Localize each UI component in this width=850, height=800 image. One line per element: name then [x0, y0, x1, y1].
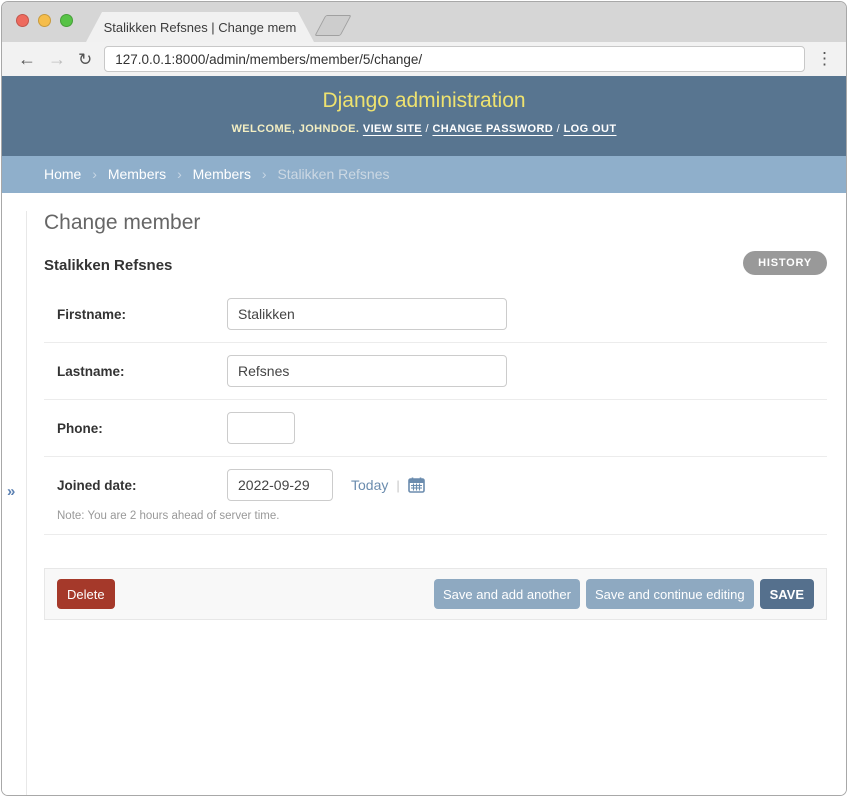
maximize-window-button[interactable] — [60, 14, 73, 27]
sidebar-toggle-icon[interactable]: » — [7, 483, 15, 500]
browser-tab[interactable]: Stalikken Refsnes | Change mem — [86, 12, 314, 42]
change-form: Change member HISTORY Stalikken Refsnes … — [28, 211, 846, 620]
tab-strip: Stalikken Refsnes | Change mem — [2, 2, 846, 42]
breadcrumb-members-app[interactable]: Members — [108, 166, 166, 182]
breadcrumb: Home › Members › Members › Stalikken Ref… — [2, 156, 846, 193]
joined-date-field[interactable] — [227, 469, 333, 501]
main-content: » Change member HISTORY Stalikken Refsne… — [2, 211, 846, 796]
object-title: Stalikken Refsnes — [44, 257, 827, 274]
user-tools: WELCOME, JOHNDOE. VIEW SITE / CHANGE PAS… — [2, 123, 846, 135]
lastname-label: Lastname: — [57, 364, 227, 379]
lastname-field[interactable] — [227, 355, 507, 387]
phone-field[interactable] — [227, 412, 295, 444]
field-row-joined-date: Joined date: Today | — [44, 457, 827, 535]
change-password-link[interactable]: CHANGE PASSWORD — [432, 123, 553, 135]
breadcrumb-members-model[interactable]: Members — [193, 166, 251, 182]
reload-icon[interactable]: ↻ — [72, 51, 98, 68]
close-window-button[interactable] — [16, 14, 29, 27]
submit-row: Delete Save and add another Save and con… — [44, 568, 827, 620]
url-input[interactable] — [105, 52, 804, 67]
username: JOHNDOE — [299, 123, 356, 135]
field-row-lastname: Lastname: — [44, 343, 827, 400]
field-row-firstname: Firstname: — [44, 286, 827, 343]
calendar-icon[interactable] — [408, 477, 425, 493]
back-icon[interactable]: ← — [12, 50, 42, 68]
firstname-label: Firstname: — [57, 307, 227, 322]
browser-menu-icon[interactable]: ⋮ — [813, 49, 836, 69]
forward-icon[interactable]: → — [42, 50, 72, 68]
url-bar — [104, 46, 805, 72]
log-out-link[interactable]: LOG OUT — [564, 123, 617, 135]
phone-label: Phone: — [57, 421, 227, 436]
timezone-note: Note: You are 2 hours ahead of server ti… — [57, 510, 827, 522]
delete-button[interactable]: Delete — [57, 579, 115, 609]
history-button[interactable]: HISTORY — [743, 251, 827, 275]
today-link[interactable]: Today — [351, 477, 388, 493]
admin-header: Django administration WELCOME, JOHNDOE. … — [2, 76, 846, 156]
browser-window: Stalikken Refsnes | Change mem ← → ↻ ⋮ D… — [1, 1, 847, 796]
nav-sidebar-collapsed: » — [2, 211, 27, 796]
minimize-window-button[interactable] — [38, 14, 51, 27]
page-head: Change member HISTORY Stalikken Refsnes — [44, 211, 827, 274]
page-title: Change member — [44, 211, 827, 235]
breadcrumb-current: Stalikken Refsnes — [277, 166, 389, 182]
date-shortcuts: Today | — [351, 477, 425, 493]
save-and-add-another-button[interactable]: Save and add another — [434, 579, 580, 609]
field-row-phone: Phone: — [44, 400, 827, 457]
view-site-link[interactable]: VIEW SITE — [363, 123, 422, 135]
browser-toolbar: ← → ↻ ⋮ — [2, 42, 846, 76]
joined-date-label: Joined date: — [57, 478, 227, 493]
save-button[interactable]: SAVE — [760, 579, 814, 609]
save-and-continue-button[interactable]: Save and continue editing — [586, 579, 754, 609]
new-tab-button[interactable] — [314, 15, 351, 36]
tab-title: Stalikken Refsnes | Change mem — [104, 20, 297, 35]
welcome-text: WELCOME, — [232, 123, 296, 135]
firstname-field[interactable] — [227, 298, 507, 330]
traffic-lights — [16, 14, 73, 27]
site-title: Django administration — [2, 76, 846, 113]
breadcrumb-home[interactable]: Home — [44, 166, 81, 182]
